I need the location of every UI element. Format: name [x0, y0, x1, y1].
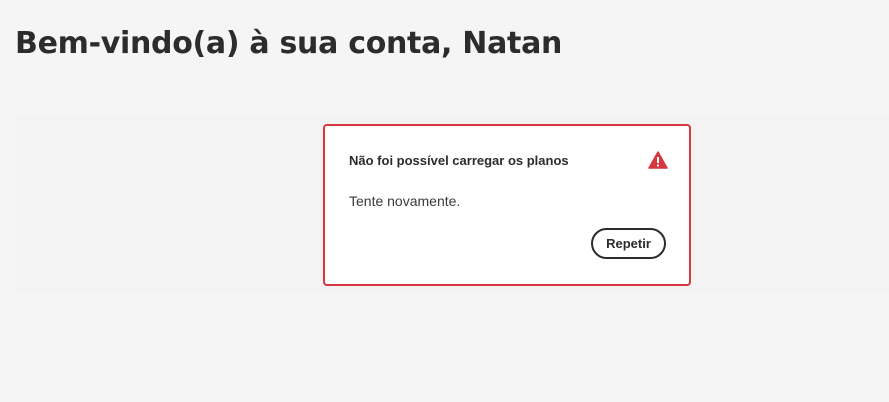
page-title: Bem-vindo(a) à sua conta, Natan	[15, 26, 563, 61]
error-title: Não foi possível carregar os planos	[349, 153, 569, 168]
plans-error-card: Não foi possível carregar os planos Tent…	[323, 124, 691, 286]
error-message: Tente novamente.	[349, 193, 461, 209]
retry-button[interactable]: Repetir	[591, 228, 666, 259]
alert-icon	[648, 151, 668, 169]
